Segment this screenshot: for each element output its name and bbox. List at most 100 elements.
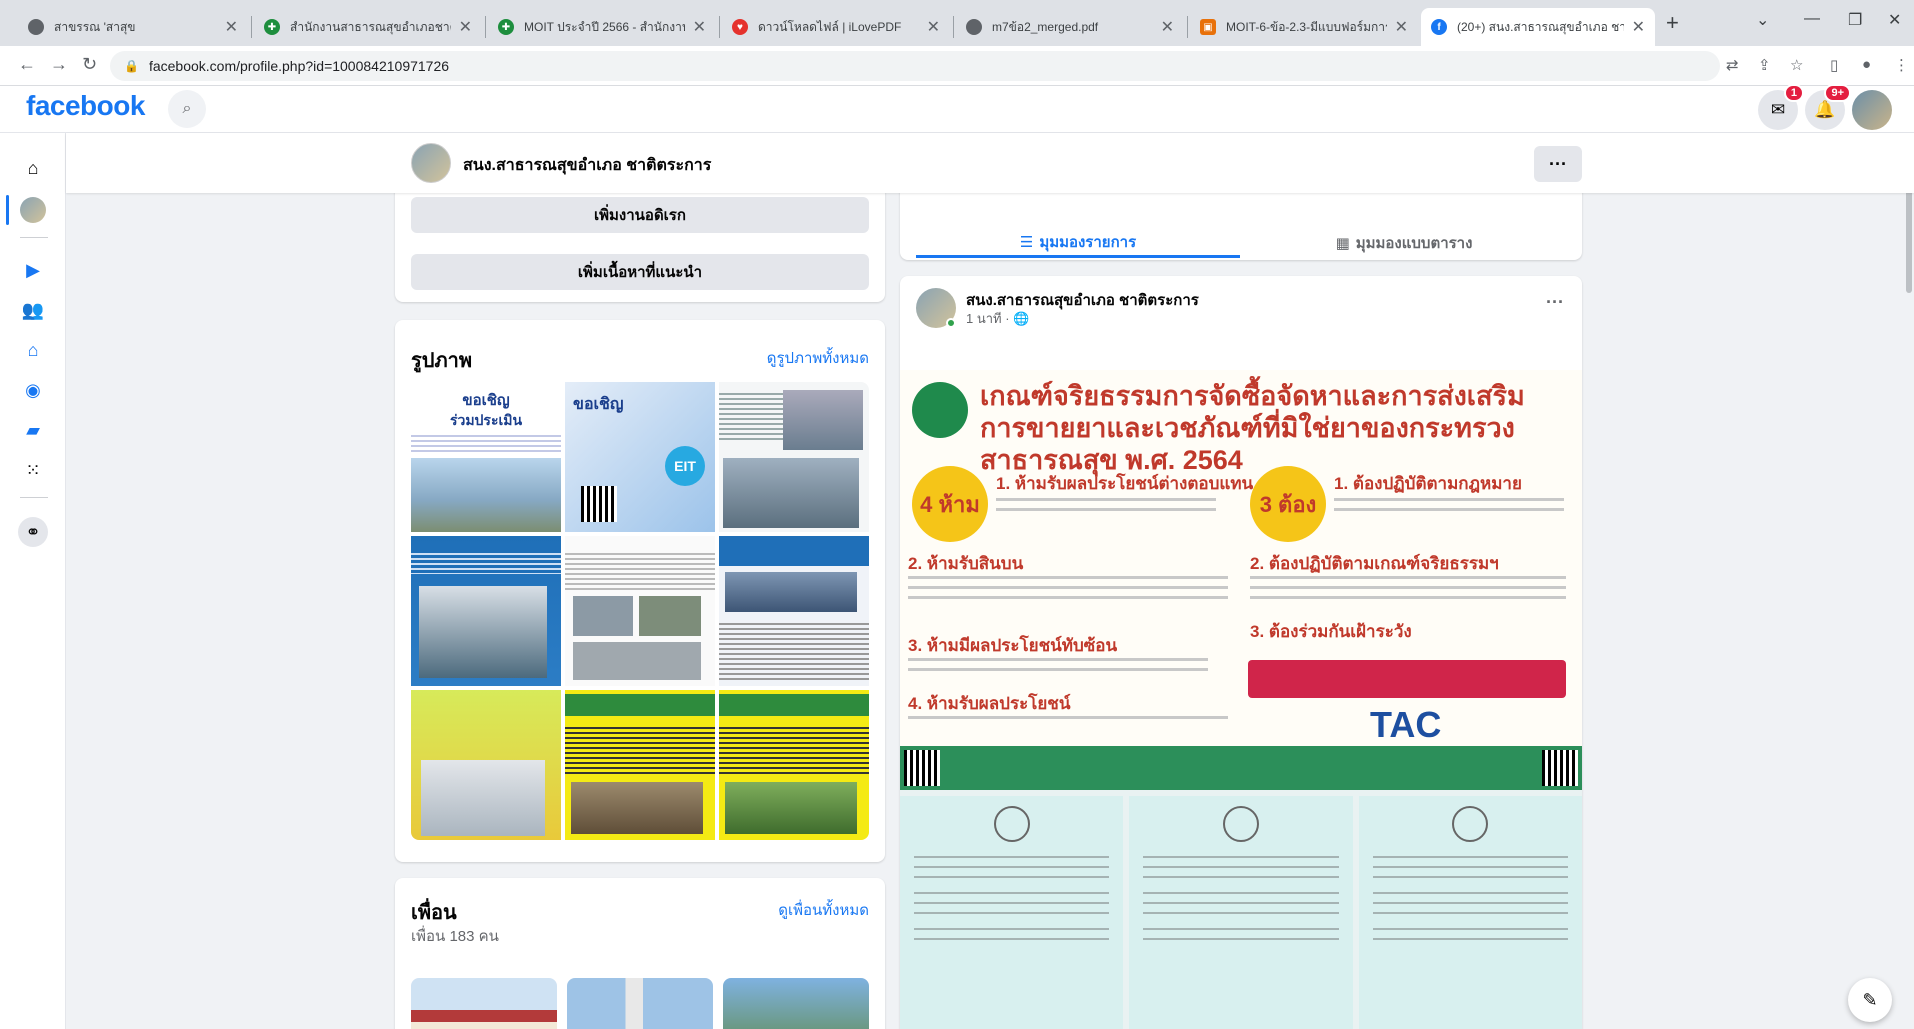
back-icon[interactable]: ←	[18, 54, 36, 75]
bell-icon: 🔔	[1814, 100, 1836, 119]
friend-thumb[interactable]	[567, 978, 713, 1029]
close-tab-icon[interactable]: ✕	[1395, 17, 1408, 37]
see-all-photos-link[interactable]: ดูรูปภาพทั้งหมด	[767, 346, 869, 370]
poster-circle-must: 3 ต้อง	[1250, 466, 1326, 542]
poster-footer	[900, 746, 1582, 790]
moph-logo	[912, 382, 968, 438]
post-image-poster[interactable]: เกณฑ์จริยธรรมการจัดซื้อจัดหาและการส่งเสร…	[900, 370, 1582, 790]
reload-icon[interactable]: ↻	[82, 54, 97, 75]
post-more-button[interactable]: ···	[1546, 292, 1564, 313]
poster-rule: 2. ห้ามรับสินบน	[908, 554, 1024, 573]
new-message-button[interactable]: ✎	[1848, 978, 1892, 1022]
left-rail: ⌂ ▶ 👥 ⌂ ◉ ▰ ⁙ ⚭	[0, 133, 66, 1029]
photo-thumb[interactable]	[411, 690, 561, 840]
messenger-badge: 1	[1783, 84, 1804, 102]
browser-tab[interactable]: ✚ สำนักงานสาธารณสุขอำเภอชาติตระก ✕	[254, 8, 482, 46]
photo-thumb[interactable]	[719, 382, 869, 532]
home-icon[interactable]: ⌂	[20, 155, 46, 181]
garuda-seal-icon	[1452, 806, 1489, 842]
photo-thumb[interactable]: ขอเชิญ ร่วมประเมิน	[411, 382, 561, 532]
menu-icon[interactable]: ⋮	[1894, 56, 1909, 74]
profile-name[interactable]: สนง.สาธารณสุขอำเภอ ชาติตระการ	[463, 153, 711, 178]
messenger-button[interactable]: ✉ 1	[1758, 84, 1804, 130]
profile-more-button[interactable]: ···	[1534, 146, 1582, 182]
health-logo-icon: ✚	[264, 19, 280, 35]
notifications-button[interactable]: 🔔 9+	[1805, 84, 1851, 130]
close-window-button[interactable]: ✕	[1888, 10, 1901, 30]
browser-tab[interactable]: ♥ ดาวน์โหลดไฟล์ | iLovePDF ✕	[722, 8, 950, 46]
messenger-icon: ✉	[1770, 100, 1786, 119]
document-thumb[interactable]	[900, 796, 1124, 1029]
photo-thumb[interactable]	[719, 690, 869, 840]
minimize-button[interactable]: —	[1804, 10, 1820, 28]
close-tab-icon[interactable]: ✕	[225, 17, 238, 37]
globe-icon	[966, 19, 982, 35]
watch-icon[interactable]: ▶	[20, 257, 46, 283]
close-tab-icon[interactable]: ✕	[693, 17, 706, 37]
photo-thumb[interactable]	[411, 536, 561, 686]
groups-icon[interactable]: ◉	[20, 377, 46, 403]
browser-tab[interactable]: ✚ MOIT ประจำปี 2566 - สำนักงานสา ✕	[488, 8, 716, 46]
tab-list-view[interactable]: ☰ มุมมองรายการ	[916, 228, 1240, 258]
add-featured-button[interactable]: เพิ่มเนื้อหาที่แนะนำ	[411, 254, 869, 290]
account-avatar[interactable]	[1852, 90, 1892, 130]
close-tab-icon[interactable]: ✕	[459, 17, 472, 37]
side-panel-icon[interactable]: ▯	[1830, 56, 1838, 74]
poster-title: เกณฑ์จริยธรรมการจัดซื้อจัดหาและการส่งเสร…	[980, 381, 1525, 475]
share-icon[interactable]: ⇪	[1758, 56, 1771, 74]
profile-avatar[interactable]	[411, 143, 451, 183]
forward-icon[interactable]: →	[50, 54, 68, 75]
tab-search-icon[interactable]: ⌄	[1756, 10, 1769, 30]
friend-thumb[interactable]	[411, 978, 557, 1029]
new-tab-button[interactable]: +	[1666, 10, 1679, 36]
poster-rule: 1. ต้องปฏิบัติตามกฎหมาย	[1334, 474, 1522, 493]
tab-grid-view[interactable]: ▦ มุมมองแบบตาราง	[1242, 228, 1566, 258]
photo-thumb[interactable]	[565, 536, 715, 686]
profile-avatar-icon[interactable]	[20, 197, 46, 223]
photos-card: รูปภาพ ดูรูปภาพทั้งหมด ขอเชิญ ร่วมประเมิ…	[395, 320, 885, 862]
close-tab-icon[interactable]: ✕	[927, 17, 940, 37]
document-thumb[interactable]	[1358, 796, 1582, 1029]
browser-tab-active[interactable]: f (20+) สนง.สาธารณสุขอำเภอ ชาติ ✕	[1421, 8, 1655, 46]
menu-grid-icon[interactable]: ⁙	[20, 457, 46, 483]
poster-rule: 3. ต้องร่วมกันเฝ้าระวัง	[1250, 622, 1412, 641]
photo-thumb[interactable]	[565, 690, 715, 840]
facebook-header: facebook ⌕ ✉ 1 🔔 9+	[0, 84, 1914, 133]
link-icon[interactable]: ⚭	[18, 517, 48, 547]
translate-icon[interactable]: ⇄	[1726, 56, 1739, 74]
marketplace-icon[interactable]: ⌂	[20, 337, 46, 363]
bookmark-star-icon[interactable]: ☆	[1790, 56, 1803, 74]
post-image-documents[interactable]	[900, 790, 1582, 1029]
address-bar[interactable]: 🔒 facebook.com/profile.php?id=1000842109…	[110, 51, 1720, 81]
facebook-logo[interactable]: facebook	[26, 90, 145, 122]
scrollbar-thumb[interactable]	[1906, 183, 1912, 293]
friends-icon[interactable]: 👥	[20, 297, 46, 323]
gaming-icon[interactable]: ▰	[20, 417, 46, 443]
browser-tab[interactable]: m7ข้อ2_merged.pdf ✕	[956, 8, 1184, 46]
friend-thumb[interactable]	[723, 978, 869, 1029]
browser-tab[interactable]: ▣ MOIT-6-ข้อ-2.3-มีแบบฟอร์มการแ ✕	[1190, 8, 1418, 46]
online-status-dot	[946, 318, 956, 328]
see-all-friends-link[interactable]: ดูเพื่อนทั้งหมด	[778, 898, 869, 922]
photo-caption: ร่วมประเมิน	[449, 412, 523, 428]
add-hobbies-button[interactable]: เพิ่มงานอดิเรก	[411, 197, 869, 233]
photo-caption: EIT	[665, 446, 705, 486]
close-tab-icon[interactable]: ✕	[1632, 17, 1645, 37]
page-scrollbar[interactable]	[1904, 133, 1914, 1029]
browser-tab[interactable]: สาขรรณ 'สาสุข ✕	[18, 8, 248, 46]
photo-thumb[interactable]	[719, 536, 869, 686]
poster-rule: 3. ห้ามมีผลประโยชน์ทับซ้อน	[908, 636, 1118, 655]
search-icon[interactable]: ⌕	[168, 90, 206, 128]
notifications-badge: 9+	[1824, 84, 1851, 102]
qr-code-icon	[1542, 750, 1578, 786]
photo-thumb[interactable]: ขอเชิญ EIT	[565, 382, 715, 532]
profile-sticky-bar: สนง.สาธารณสุขอำเภอ ชาติตระการ ···	[66, 133, 1914, 193]
photo-caption: ขอเชิญ	[462, 392, 510, 409]
list-icon: ☰	[1019, 233, 1034, 251]
document-thumb[interactable]	[1129, 796, 1353, 1029]
restore-button[interactable]: ❐	[1848, 10, 1862, 30]
close-tab-icon[interactable]: ✕	[1161, 17, 1174, 37]
poster-rule: 4. ห้ามรับผลประโยชน์	[908, 694, 1071, 713]
profile-icon[interactable]: ●	[1862, 56, 1871, 73]
post-timestamp[interactable]: 1 นาที · 🌐	[966, 308, 1029, 329]
